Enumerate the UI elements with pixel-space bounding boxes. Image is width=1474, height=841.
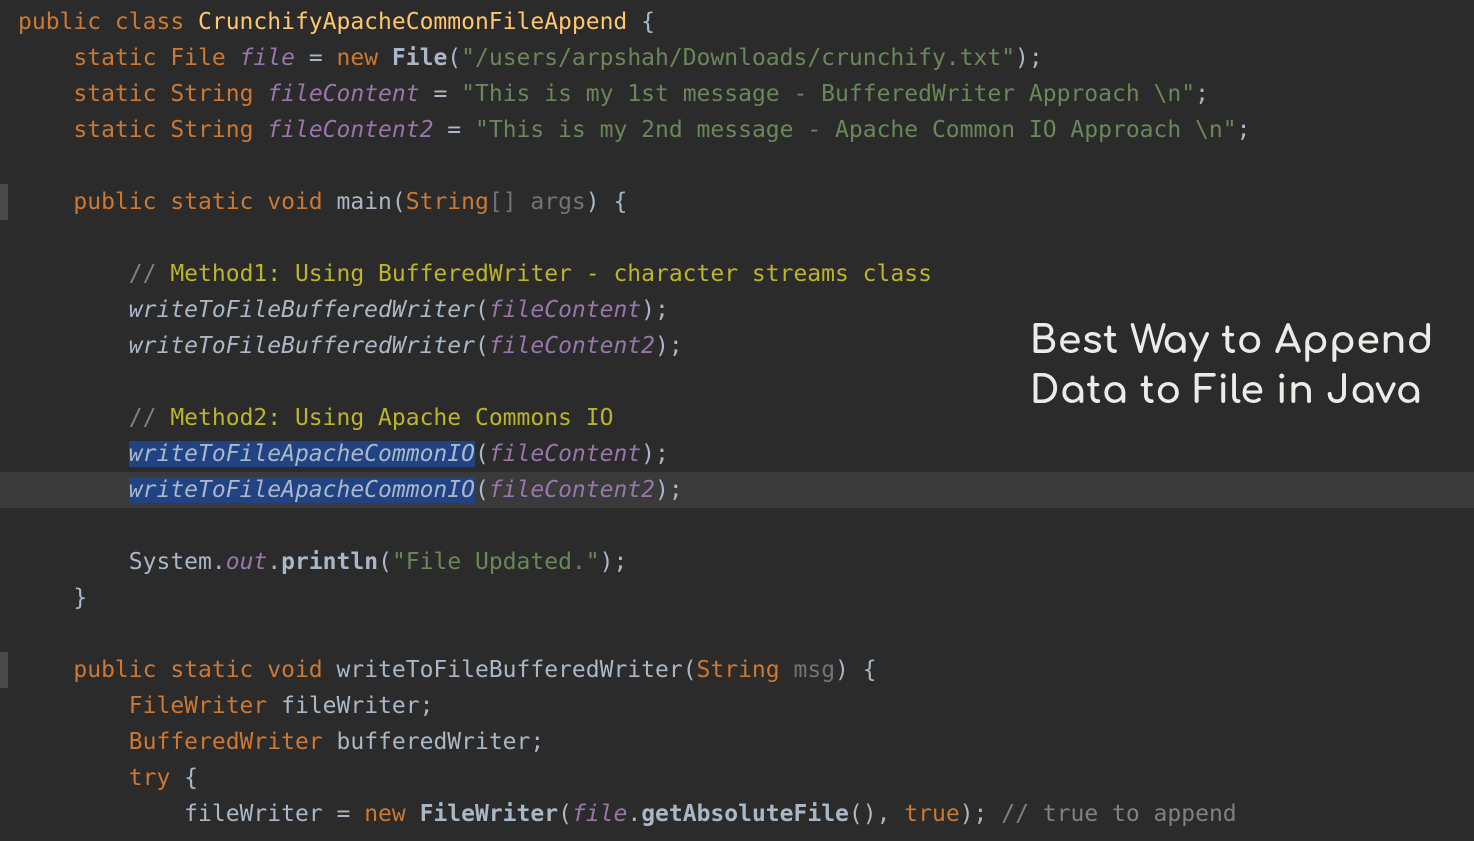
method-println: println bbox=[281, 549, 378, 575]
method-call: writeToFileBufferedWriter bbox=[129, 297, 475, 323]
type-string: String bbox=[170, 81, 253, 107]
code-line-blank bbox=[0, 148, 1474, 184]
constructor-filewriter: FileWriter bbox=[420, 801, 558, 827]
method-decl: writeToFileBufferedWriter bbox=[337, 657, 683, 683]
code-line-8: // Method1: Using BufferedWriter - chara… bbox=[0, 256, 1474, 292]
code-line-4: static String fileContent2 = "This is my… bbox=[0, 112, 1474, 148]
code-line-blank bbox=[0, 220, 1474, 256]
var-filewriter: fileWriter bbox=[184, 801, 322, 827]
brace-close: } bbox=[73, 585, 87, 611]
comment-prefix: // bbox=[129, 261, 171, 287]
method-call-selected: writeToFileApacheCommonIO bbox=[129, 441, 475, 467]
brace-open: { bbox=[184, 765, 198, 791]
code-line-23: fileWriter = new FileWriter(file.getAbso… bbox=[0, 796, 1474, 832]
overlay-title: Best Way to Append Data to File in Java bbox=[1030, 316, 1434, 416]
code-editor[interactable]: public class CrunchifyApacheCommonFileAp… bbox=[0, 4, 1474, 832]
overlay-line-2: Data to File in Java bbox=[1030, 366, 1434, 416]
type-string: String bbox=[170, 117, 253, 143]
arg-filecontent2: fileContent2 bbox=[489, 333, 655, 359]
type-filewriter: FileWriter bbox=[129, 693, 267, 719]
keyword: public class bbox=[18, 9, 198, 35]
arg-filecontent2: fileContent2 bbox=[489, 477, 655, 503]
keyword-true: true bbox=[904, 801, 959, 827]
code-line-22: try { bbox=[0, 760, 1474, 796]
code-line-17: } bbox=[0, 580, 1474, 616]
code-line-2: static File file = new File("/users/arps… bbox=[0, 40, 1474, 76]
code-line-20: FileWriter fileWriter; bbox=[0, 688, 1474, 724]
field-file: file bbox=[240, 45, 295, 71]
code-line-1: public class CrunchifyApacheCommonFileAp… bbox=[0, 4, 1474, 40]
field-filecontent: fileContent bbox=[267, 81, 419, 107]
code-line-6: public static void main(String[] args) { bbox=[0, 184, 1474, 220]
constructor-file: File bbox=[392, 45, 447, 71]
type-string: String bbox=[697, 657, 780, 683]
array-brackets: [] bbox=[489, 189, 531, 215]
gutter-run-icon[interactable] bbox=[0, 184, 8, 220]
method-main: main bbox=[337, 189, 392, 215]
code-line-21: BufferedWriter bufferedWriter; bbox=[0, 724, 1474, 760]
code-line-16: System.out.println("File Updated."); bbox=[0, 544, 1474, 580]
class-name: CrunchifyApacheCommonFileAppend bbox=[198, 9, 627, 35]
string-literal: "This is my 2nd message - Apache Common … bbox=[475, 117, 1237, 143]
type-string: String bbox=[406, 189, 489, 215]
class-system: System bbox=[129, 549, 212, 575]
comment-prefix: // bbox=[129, 405, 171, 431]
comment-append: // true to append bbox=[1001, 801, 1236, 827]
param-msg: msg bbox=[794, 657, 836, 683]
keyword: public static void bbox=[73, 657, 336, 683]
comment-text: Method1: Using BufferedWriter - characte… bbox=[170, 261, 932, 287]
code-line-14-current: writeToFileApacheCommonIO(fileContent2); bbox=[0, 472, 1474, 508]
field-out: out bbox=[226, 549, 268, 575]
type-file: File bbox=[170, 45, 225, 71]
code-line-blank bbox=[0, 616, 1474, 652]
code-line-3: static String fileContent = "This is my … bbox=[0, 76, 1474, 112]
gutter-override-icon[interactable] bbox=[0, 652, 8, 688]
method-call: writeToFileBufferedWriter bbox=[129, 333, 475, 359]
method-call-selected: writeToFileApacheCommonIO bbox=[129, 477, 475, 503]
method-getabsolutefile: getAbsoluteFile bbox=[641, 801, 849, 827]
keyword-new: new bbox=[364, 801, 419, 827]
keyword-static: static bbox=[73, 117, 170, 143]
param-args: args bbox=[530, 189, 585, 215]
keyword-static: static bbox=[73, 45, 170, 71]
type-bufferedwriter: BufferedWriter bbox=[129, 729, 323, 755]
comment-text: Method2: Using Apache Commons IO bbox=[170, 405, 613, 431]
keyword-try: try bbox=[129, 765, 184, 791]
var-filewriter: fileWriter bbox=[281, 693, 419, 719]
code-line-13: writeToFileApacheCommonIO(fileContent); bbox=[0, 436, 1474, 472]
brace: { bbox=[627, 9, 655, 35]
code-line-blank bbox=[0, 508, 1474, 544]
keyword-new: new bbox=[337, 45, 392, 71]
arg-filecontent: fileContent bbox=[489, 441, 641, 467]
code-line-19: public static void writeToFileBufferedWr… bbox=[0, 652, 1474, 688]
keyword-static: static bbox=[73, 81, 170, 107]
overlay-line-1: Best Way to Append bbox=[1030, 316, 1434, 366]
arg-filecontent: fileContent bbox=[489, 297, 641, 323]
string-literal: "This is my 1st message - BufferedWriter… bbox=[461, 81, 1195, 107]
field-filecontent2: fileContent2 bbox=[267, 117, 433, 143]
field-file: file bbox=[572, 801, 627, 827]
keyword: public static void bbox=[73, 189, 336, 215]
var-bufferedwriter: bufferedWriter bbox=[337, 729, 531, 755]
string-literal: "/users/arpshah/Downloads/crunchify.txt" bbox=[461, 45, 1015, 71]
string-literal: "File Updated." bbox=[392, 549, 600, 575]
